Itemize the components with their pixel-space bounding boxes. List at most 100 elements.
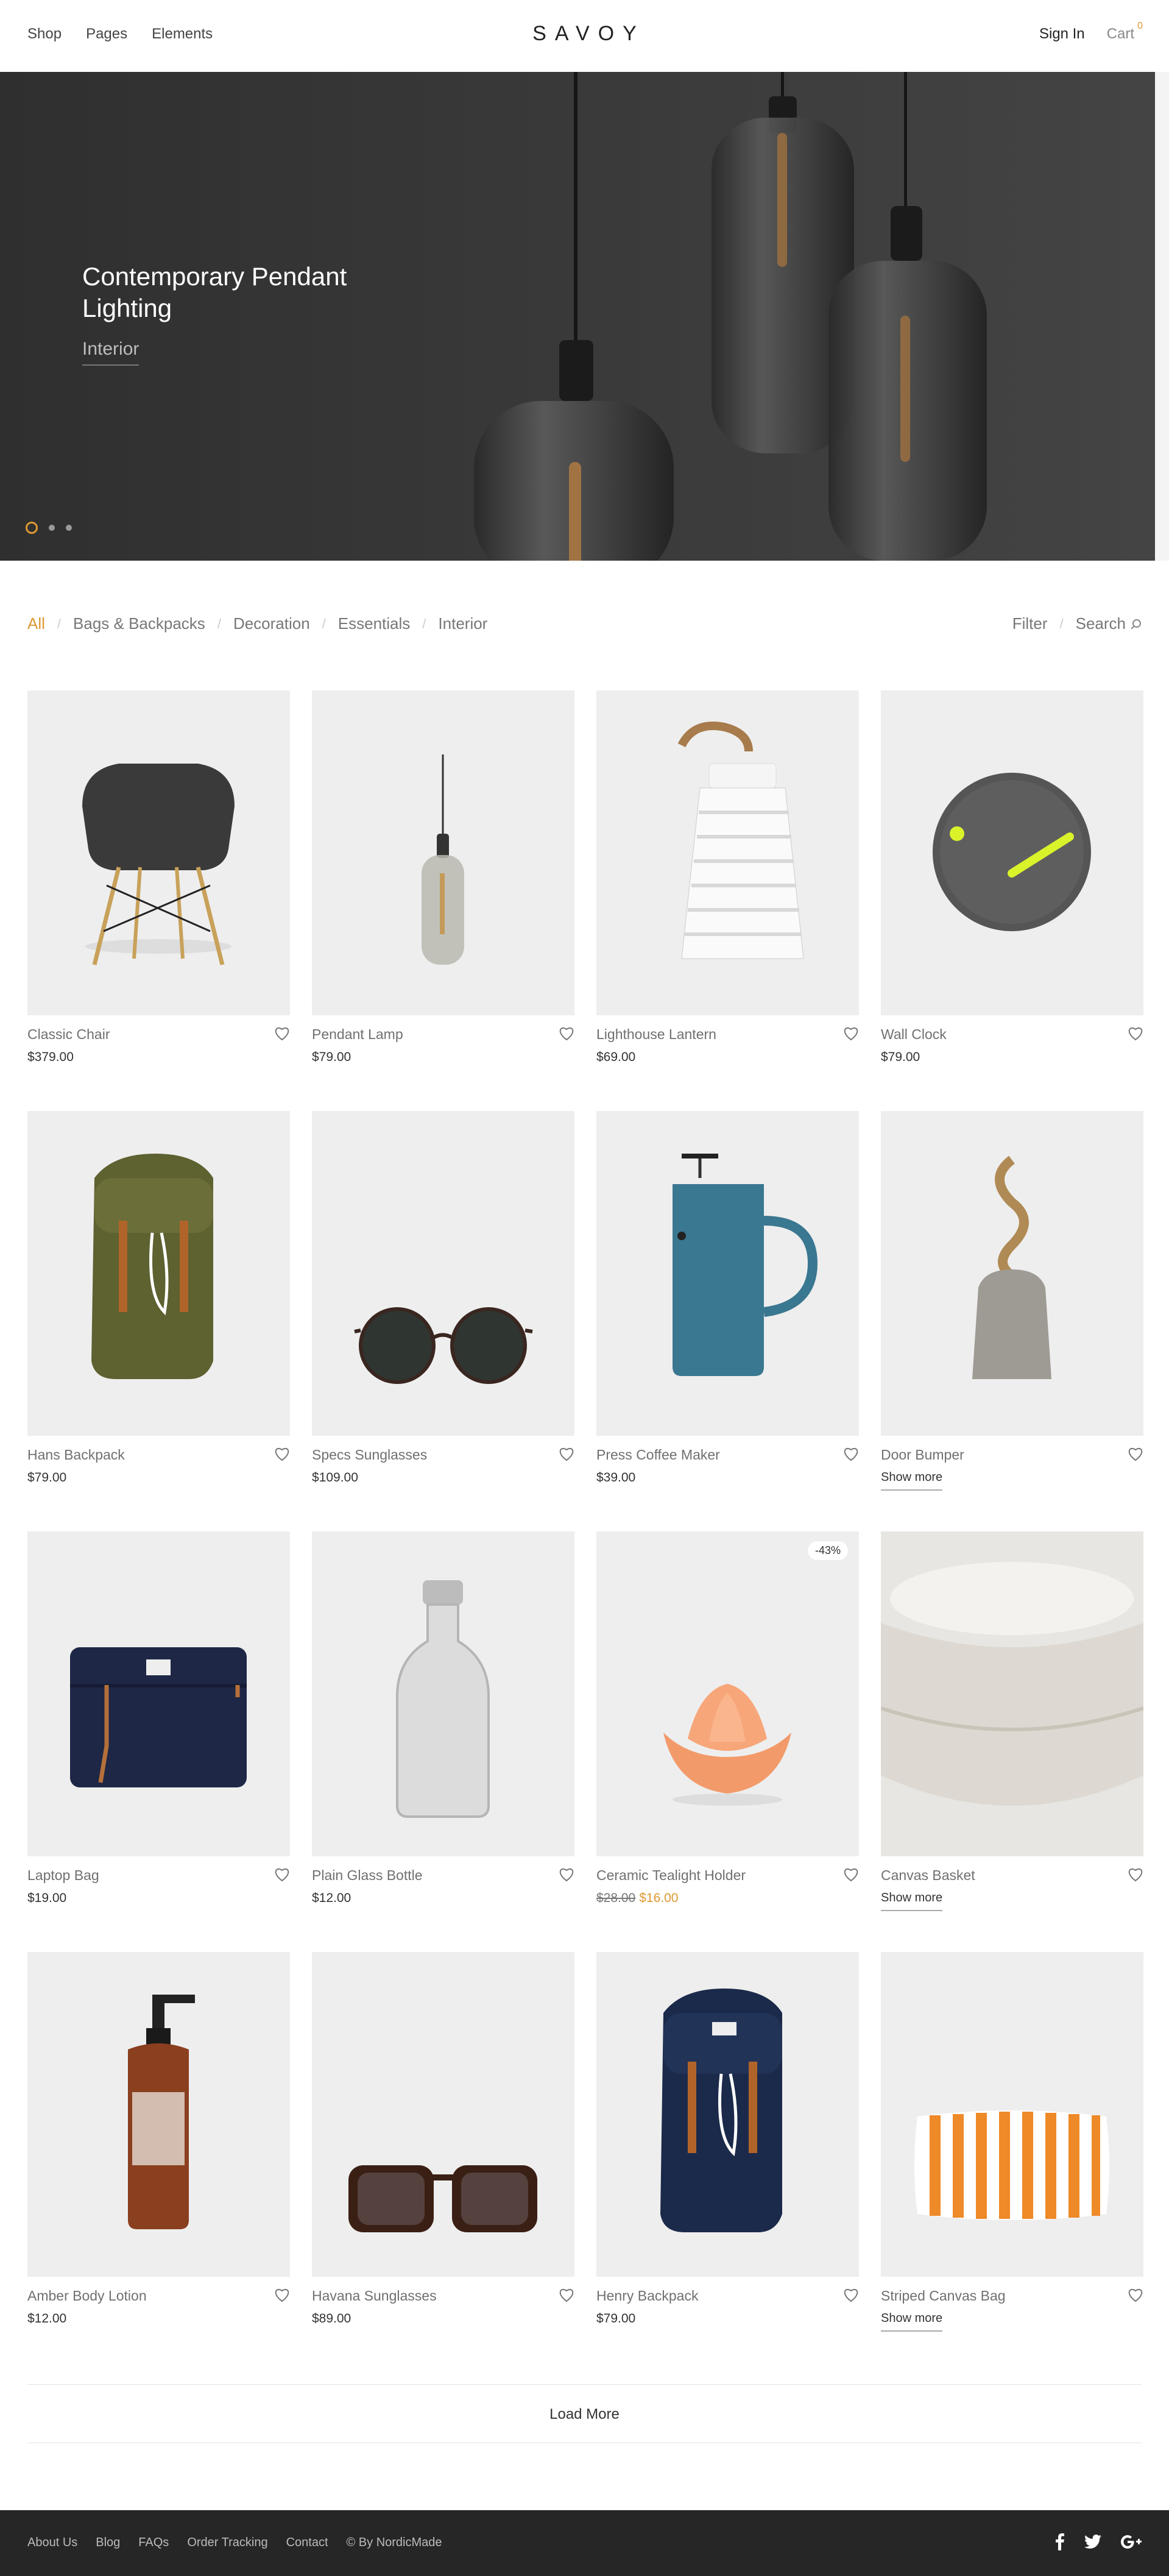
category-decoration[interactable]: Decoration: [233, 614, 310, 633]
hero-slider[interactable]: Contemporary Pendant Lighting Interior: [0, 72, 1155, 561]
hero-title[interactable]: Contemporary Pendant Lighting: [82, 261, 399, 324]
product-name[interactable]: Door Bumper: [881, 1447, 964, 1463]
hero-next-slide-peek: [1155, 72, 1169, 561]
wishlist-heart-icon[interactable]: [559, 1026, 574, 1041]
footer-link-contact[interactable]: Contact: [286, 2536, 328, 2550]
slide-dot[interactable]: [66, 525, 72, 531]
wishlist-heart-icon[interactable]: [274, 1867, 290, 1882]
product-card[interactable]: Door Bumper Show more: [881, 1111, 1143, 1491]
product-image[interactable]: [27, 1531, 290, 1856]
product-name[interactable]: Press Coffee Maker: [596, 1447, 720, 1463]
category-all[interactable]: All: [27, 614, 45, 633]
product-card[interactable]: Press Coffee Maker $39.00: [596, 1111, 859, 1485]
product-card[interactable]: Lighthouse Lantern $69.00: [596, 690, 859, 1064]
product-image[interactable]: [881, 1531, 1143, 1856]
product-image[interactable]: [596, 690, 859, 1015]
product-name[interactable]: Classic Chair: [27, 1026, 110, 1043]
product-card[interactable]: Wall Clock $79.00: [881, 690, 1143, 1064]
product-image[interactable]: [596, 1952, 859, 2277]
product-name[interactable]: Laptop Bag: [27, 1867, 99, 1884]
product-image[interactable]: [881, 1952, 1143, 2277]
product-card[interactable]: Specs Sunglasses $109.00: [312, 1111, 574, 1485]
product-name[interactable]: Canvas Basket: [881, 1867, 975, 1884]
footer-copyright[interactable]: © By NordicMade: [347, 2536, 442, 2550]
show-more-link[interactable]: Show more: [881, 1471, 943, 1491]
sign-in-link[interactable]: Sign In: [1039, 26, 1085, 43]
product-card[interactable]: Amber Body Lotion $12.00: [27, 1952, 290, 2326]
product-name[interactable]: Hans Backpack: [27, 1447, 125, 1463]
site-logo[interactable]: SAVOY: [0, 22, 1169, 46]
basket-icon: [881, 1531, 1143, 1856]
product-price: $109.00: [312, 1471, 358, 1485]
wishlist-heart-icon[interactable]: [274, 2288, 290, 2302]
product-name[interactable]: Amber Body Lotion: [27, 2288, 147, 2304]
product-name[interactable]: Wall Clock: [881, 1026, 947, 1043]
product-card[interactable]: Pendant Lamp $79.00: [312, 690, 574, 1064]
product-image[interactable]: [27, 690, 290, 1015]
search-button[interactable]: Search: [1076, 614, 1142, 633]
product-image[interactable]: [312, 1531, 574, 1856]
slide-dot-active[interactable]: [26, 522, 38, 534]
product-image[interactable]: [312, 1952, 574, 2277]
havana-sunglasses-icon: [348, 2165, 537, 2232]
wishlist-heart-icon[interactable]: [1128, 1867, 1143, 1882]
filter-button[interactable]: Filter: [1012, 614, 1048, 633]
product-card[interactable]: Plain Glass Bottle $12.00: [312, 1531, 574, 1905]
load-more-button[interactable]: Load More: [0, 2406, 1169, 2423]
product-name[interactable]: Ceramic Tealight Holder: [596, 1867, 746, 1884]
product-card[interactable]: Classic Chair $379.00: [27, 690, 290, 1064]
product-name[interactable]: Specs Sunglasses: [312, 1447, 427, 1463]
product-name[interactable]: Henry Backpack: [596, 2288, 698, 2304]
wishlist-heart-icon[interactable]: [1128, 2288, 1143, 2302]
wishlist-heart-icon[interactable]: [274, 1447, 290, 1461]
product-card[interactable]: -43% Ceramic Tealight Holder $28.00 $16.00: [596, 1531, 859, 1905]
product-name[interactable]: Havana Sunglasses: [312, 2288, 437, 2304]
search-icon: [1131, 619, 1141, 630]
wishlist-heart-icon[interactable]: [559, 1447, 574, 1461]
wishlist-heart-icon[interactable]: [843, 1867, 859, 1882]
category-interior[interactable]: Interior: [438, 614, 487, 633]
sale-badge: -43%: [807, 1541, 848, 1560]
footer-link-blog[interactable]: Blog: [96, 2536, 120, 2550]
product-name[interactable]: Lighthouse Lantern: [596, 1026, 716, 1043]
slide-dot[interactable]: [49, 525, 55, 531]
product-image[interactable]: [881, 1111, 1143, 1436]
wishlist-heart-icon[interactable]: [1128, 1026, 1143, 1041]
wishlist-heart-icon[interactable]: [843, 1447, 859, 1461]
product-card[interactable]: Henry Backpack $79.00: [596, 1952, 859, 2326]
show-more-link[interactable]: Show more: [881, 1891, 943, 1911]
footer-link-order-tracking[interactable]: Order Tracking: [187, 2536, 267, 2550]
google-plus-icon[interactable]: [1121, 2535, 1142, 2549]
wishlist-heart-icon[interactable]: [559, 1867, 574, 1882]
wishlist-heart-icon[interactable]: [274, 1026, 290, 1041]
product-name[interactable]: Pendant Lamp: [312, 1026, 403, 1043]
hero-category-link[interactable]: Interior: [82, 339, 140, 366]
show-more-link[interactable]: Show more: [881, 2312, 943, 2332]
twitter-icon[interactable]: [1084, 2535, 1101, 2549]
wishlist-heart-icon[interactable]: [843, 2288, 859, 2302]
category-essentials[interactable]: Essentials: [338, 614, 411, 633]
product-card[interactable]: Havana Sunglasses $89.00: [312, 1952, 574, 2326]
product-card[interactable]: Striped Canvas Bag Show more: [881, 1952, 1143, 2332]
footer-link-faqs[interactable]: FAQs: [138, 2536, 169, 2550]
product-card[interactable]: Hans Backpack $79.00: [27, 1111, 290, 1485]
category-bags-backpacks[interactable]: Bags & Backpacks: [73, 614, 205, 633]
product-image[interactable]: [596, 1111, 859, 1436]
facebook-icon[interactable]: [1055, 2533, 1065, 2550]
product-image[interactable]: -43%: [596, 1531, 859, 1856]
wishlist-heart-icon[interactable]: [843, 1026, 859, 1041]
product-image[interactable]: [881, 690, 1143, 1015]
product-name[interactable]: Striped Canvas Bag: [881, 2288, 1006, 2304]
product-image[interactable]: [27, 1952, 290, 2277]
cart-link[interactable]: Cart 0: [1107, 21, 1143, 43]
footer-link-about[interactable]: About Us: [27, 2536, 77, 2550]
wishlist-heart-icon[interactable]: [559, 2288, 574, 2302]
product-image[interactable]: [312, 1111, 574, 1436]
product-card[interactable]: Canvas Basket Show more: [881, 1531, 1143, 1911]
product-name[interactable]: Plain Glass Bottle: [312, 1867, 423, 1884]
product-price: $89.00: [312, 2312, 351, 2326]
product-card[interactable]: Laptop Bag $19.00: [27, 1531, 290, 1905]
product-image[interactable]: [27, 1111, 290, 1436]
product-image[interactable]: [312, 690, 574, 1015]
wishlist-heart-icon[interactable]: [1128, 1447, 1143, 1461]
